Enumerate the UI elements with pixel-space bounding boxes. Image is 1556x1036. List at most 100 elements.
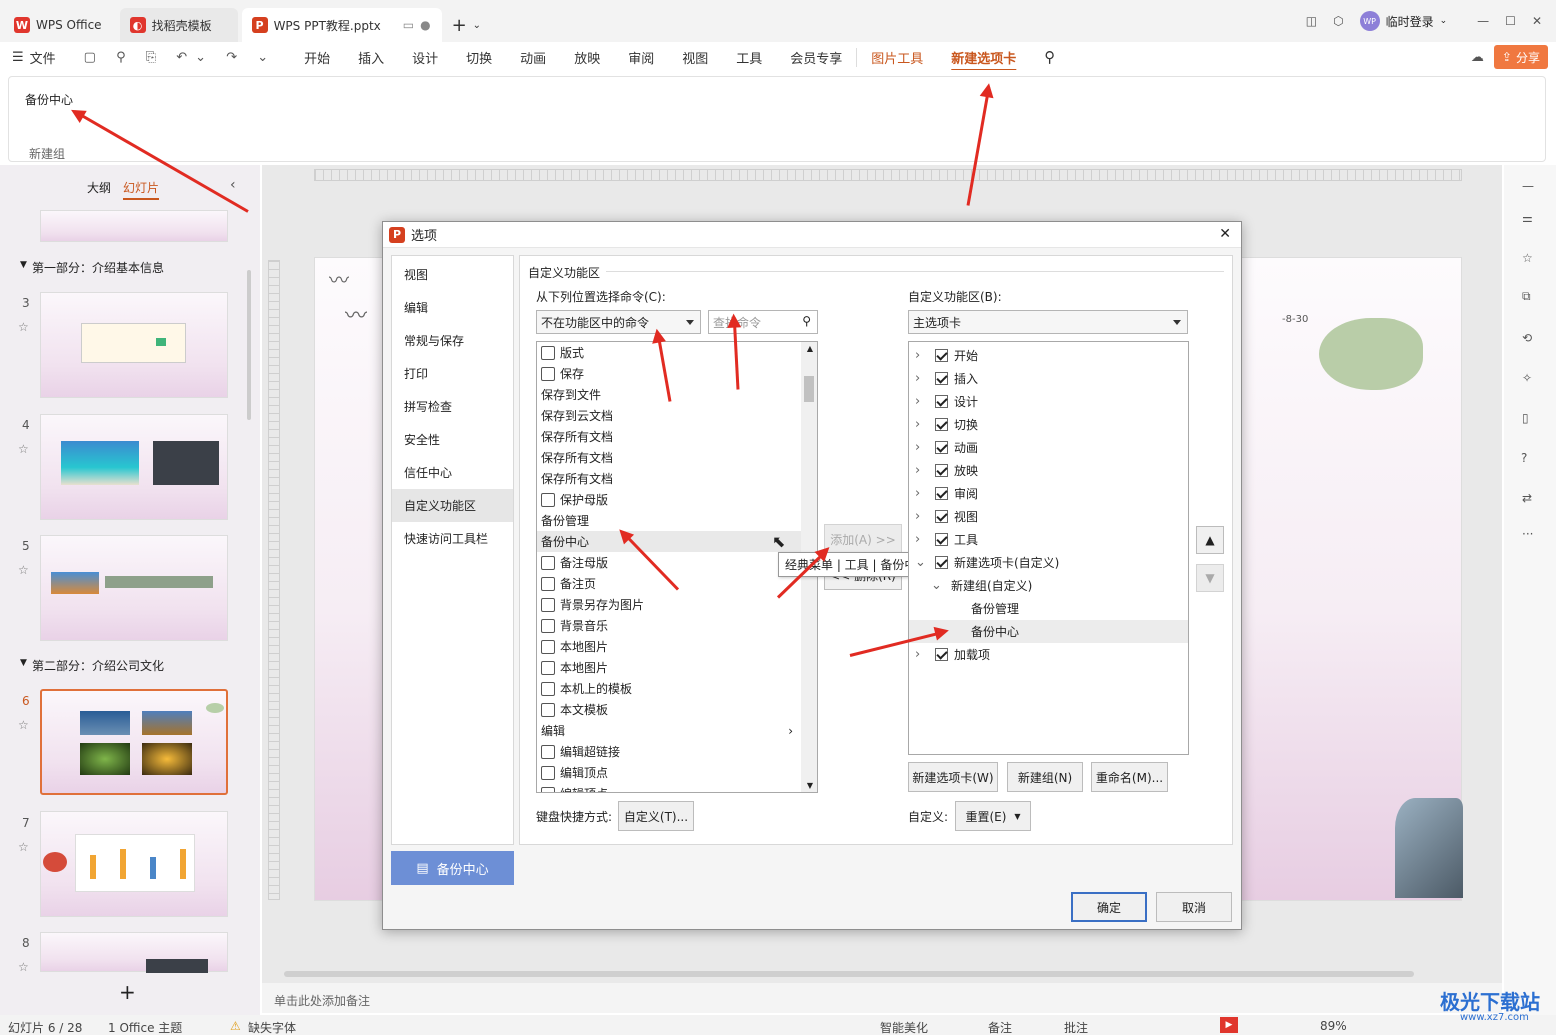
expand-arrow-icon[interactable]: ⌄	[931, 578, 951, 593]
new-tab-button[interactable]: 新建选项卡(W)	[908, 762, 998, 792]
command-item[interactable]: 保护母版	[537, 489, 801, 510]
expand-arrow-icon[interactable]: ›	[915, 348, 935, 363]
tab-slides[interactable]: 幻灯片	[123, 179, 160, 200]
menu-review[interactable]: 审阅	[614, 48, 668, 67]
star-tool-icon[interactable]: ☆	[1522, 251, 1533, 265]
menu-design[interactable]: 设计	[398, 48, 452, 67]
tab-outline[interactable]: 大纲	[87, 179, 111, 196]
quick-access-icons[interactable]: ▢ ⚲ ⎘ ↶⌄ ↷ ⌄	[70, 50, 290, 65]
expand-arrow-icon[interactable]: ›	[915, 463, 935, 478]
theme-name[interactable]: 1 Office 主题	[108, 1019, 182, 1036]
notes-area[interactable]	[262, 983, 1502, 1013]
star-icon[interactable]: ☆	[18, 960, 29, 974]
section-1[interactable]: 第一部分：介绍基本信息	[32, 259, 164, 276]
slide-thumb-7[interactable]	[40, 811, 228, 917]
command-item[interactable]: 编辑顶点	[537, 783, 801, 792]
slide-thumb-4[interactable]	[40, 414, 228, 520]
command-list[interactable]: ▲ ▼ 版式 保存 保存到文件 保存到云文档 保存所有文档 保存所有文档 保存所有文档 保护母…	[536, 341, 818, 793]
nav-trust-center[interactable]: 信任中心	[392, 456, 513, 489]
comments-button[interactable]: 批注	[1064, 1019, 1088, 1036]
command-item[interactable]: 本文模板	[537, 699, 801, 720]
missing-fonts[interactable]: 缺失字体	[248, 1019, 296, 1036]
scroll-up-icon[interactable]: ▲	[807, 344, 813, 353]
command-item[interactable]: 备份中心	[537, 531, 801, 552]
menu-slideshow[interactable]: 放映	[560, 48, 614, 67]
command-item[interactable]: 备注页	[537, 573, 801, 594]
slide-thumb-partial[interactable]	[40, 210, 228, 242]
sliders-icon[interactable]: ⚌	[1522, 211, 1533, 225]
nav-general-save[interactable]: 常规与保存	[392, 324, 513, 357]
slide-thumb-8[interactable]	[40, 932, 228, 973]
ribbon-tree-item[interactable]: › 视图	[909, 505, 1188, 528]
ribbon-tree[interactable]: › 开始 › 插入 › 设计 › 切换 › 动画 › 放映 › 审阅 › 视图 › 工具 ⌄ 新建选项卡(自定义) ⌄ 新…	[908, 341, 1189, 755]
minus-icon[interactable]: —	[1522, 179, 1534, 193]
nav-view[interactable]: 视图	[392, 258, 513, 291]
cancel-button[interactable]: 取消	[1156, 892, 1232, 922]
add-button[interactable]: 添加(A) >>	[824, 524, 902, 554]
layout-icon[interactable]: ◫	[1306, 14, 1317, 28]
expand-arrow-icon[interactable]: ›	[915, 486, 935, 501]
expand-arrow-icon[interactable]: ›	[915, 417, 935, 432]
search-input[interactable]: 查找命令 ⚲	[708, 310, 818, 334]
rename-button[interactable]: 重命名(M)...	[1091, 762, 1168, 792]
maximize-icon[interactable]: ☐	[1505, 14, 1516, 28]
nav-quick-access[interactable]: 快速访问工具栏	[392, 522, 513, 555]
command-item[interactable]: 编辑顶点	[537, 762, 801, 783]
customize-shortcut-button[interactable]: 自定义(T)...	[618, 801, 694, 831]
command-source-select[interactable]: 不在功能区中的命令	[536, 310, 701, 334]
search-icon[interactable]: ⚲	[1030, 48, 1069, 66]
ribbon-tabs-select[interactable]: 主选项卡	[908, 310, 1188, 334]
move-up-button[interactable]: ▲	[1196, 526, 1224, 554]
command-item[interactable]: 版式	[537, 342, 801, 363]
ribbon-tree-item[interactable]: › 加载项	[909, 643, 1188, 666]
nav-spell-check[interactable]: 拼写检查	[392, 390, 513, 423]
ribbon-tree-item[interactable]: › 设计	[909, 390, 1188, 413]
share-button[interactable]: ⇪ 分享	[1493, 45, 1548, 69]
close-icon[interactable]: ✕	[1532, 14, 1542, 28]
command-item[interactable]: 保存所有文档	[537, 468, 801, 489]
cloud-icon[interactable]: ☁	[1471, 50, 1484, 65]
help-icon[interactable]: ?	[1521, 451, 1527, 465]
menu-transition[interactable]: 切换	[452, 48, 506, 67]
user-menu[interactable]: WP 临时登录 ⌄	[1359, 11, 1447, 31]
command-item[interactable]: 背景另存为图片	[537, 594, 801, 615]
backup-center-button[interactable]: ▤ 备份中心	[391, 851, 514, 885]
more-icon[interactable]: ···	[1522, 527, 1533, 541]
star-icon[interactable]: ☆	[18, 563, 29, 577]
collapse-panel-icon[interactable]: ‹	[230, 177, 236, 193]
menu-animation[interactable]: 动画	[506, 48, 560, 67]
expand-arrow-icon[interactable]: ›	[915, 394, 935, 409]
command-item[interactable]: 本地图片	[537, 636, 801, 657]
slide-thumb-3[interactable]	[40, 292, 228, 398]
ribbon-tree-item[interactable]: 备份中心	[909, 620, 1188, 643]
menu-new-tab[interactable]: 新建选项卡	[937, 48, 1030, 67]
command-item[interactable]: 备份管理	[537, 510, 801, 531]
nav-customize-ribbon[interactable]: 自定义功能区	[392, 489, 513, 522]
ribbon-tree-item[interactable]: › 插入	[909, 367, 1188, 390]
command-item[interactable]: 保存所有文档	[537, 447, 801, 468]
new-tab-button[interactable]: + ⌄	[442, 8, 491, 42]
tab-checkbox[interactable]	[935, 556, 948, 569]
slide-thumb-6[interactable]	[40, 689, 228, 795]
command-item[interactable]: 保存到云文档	[537, 405, 801, 426]
beautify-button[interactable]: 智能美化	[880, 1019, 928, 1036]
star-icon[interactable]: ☆	[18, 718, 29, 732]
command-item[interactable]: 编辑 ›	[537, 720, 801, 741]
command-item[interactable]: 保存	[537, 363, 801, 384]
star-icon[interactable]: ☆	[18, 320, 29, 334]
slide-thumb-5[interactable]	[40, 535, 228, 641]
scroll-thumb[interactable]	[804, 376, 814, 402]
reset-button[interactable]: 重置(E) ▼	[955, 801, 1031, 831]
command-item[interactable]: 保存所有文档	[537, 426, 801, 447]
nav-security[interactable]: 安全性	[392, 423, 513, 456]
tab-wps-office[interactable]: W WPS Office	[4, 8, 112, 42]
tab-checkbox[interactable]	[935, 510, 948, 523]
command-item[interactable]: 本机上的模板	[537, 678, 801, 699]
horizontal-scrollbar[interactable]	[284, 971, 1414, 977]
minimize-icon[interactable]: —	[1477, 14, 1489, 28]
expand-arrow-icon[interactable]: ›	[915, 440, 935, 455]
book-icon[interactable]: ▯	[1522, 411, 1529, 425]
file-menu[interactable]: ☰ 文件	[0, 48, 70, 67]
dialog-close-icon[interactable]: ✕	[1219, 226, 1231, 242]
slide-panel-scrollbar[interactable]	[247, 270, 251, 420]
